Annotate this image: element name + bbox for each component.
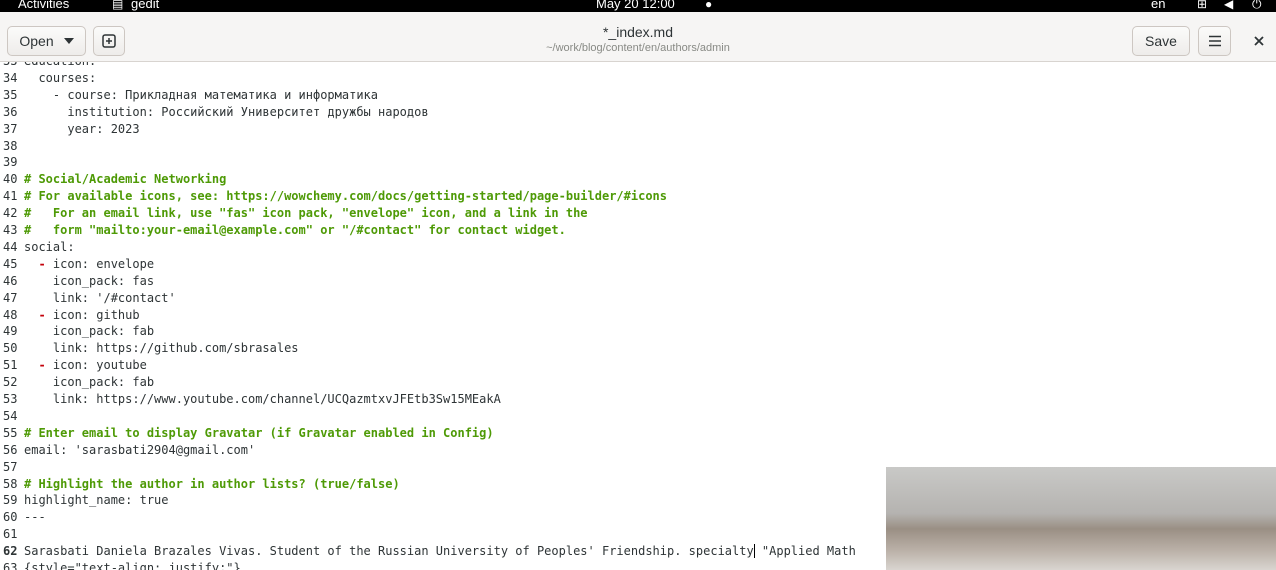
line-number: 61	[3, 527, 18, 542]
line-text: # form "mailto:your-email@example.com" o…	[24, 223, 566, 237]
line-text: social:	[24, 239, 75, 254]
document-path: ~/work/blog/content/en/authors/admin	[546, 42, 730, 54]
line-number: 39	[3, 155, 18, 170]
line-number: 52	[3, 375, 18, 390]
line-number: 53	[3, 392, 18, 406]
hamburger-menu-icon	[1208, 35, 1221, 47]
line-number: 38	[3, 138, 18, 153]
line-text: Sarasbati Daniela Brazales Vivas. Studen…	[24, 543, 856, 559]
line-text: courses:	[24, 70, 97, 85]
line-text: {style="text-align: justify;"}	[24, 561, 241, 570]
line-text: # Enter email to display Gravatar (if Gr…	[24, 425, 494, 440]
line-text: - icon: github	[38, 307, 140, 322]
line-number: 49	[3, 324, 18, 339]
line-text: year: 2023	[24, 121, 140, 136]
line-text: link: https://www.youtube.com/channel/UC…	[24, 392, 501, 406]
line-number: 33	[3, 62, 22, 70]
line-number: 54	[3, 408, 18, 423]
line-text: - icon: youtube	[38, 358, 147, 373]
line-text: # Highlight the author in author lists? …	[24, 476, 400, 491]
save-button[interactable]: Save	[1132, 26, 1190, 56]
line-number: 40	[3, 172, 18, 187]
notification-dot-icon: ●	[705, 0, 713, 11]
app-menu[interactable]: gedit	[131, 0, 159, 12]
close-icon	[1254, 36, 1264, 46]
line-text: ---	[24, 510, 46, 525]
line-number: 47	[3, 290, 18, 305]
line-text: # For available icons, see: https://wowc…	[24, 189, 667, 204]
line-number: 34	[3, 70, 18, 85]
gedit-app-icon: ▤	[112, 0, 124, 11]
line-number: 45	[3, 256, 18, 271]
save-button-label: Save	[1145, 33, 1177, 49]
line-number: 60	[3, 510, 18, 525]
header-bar: Open *_index.md ~/work/blog/content/en/a…	[0, 12, 1276, 62]
top-bar: Activities ▤ gedit May 20 12:00 ● en ⊞ ◀…	[0, 0, 1276, 12]
line-number: 37	[3, 121, 18, 136]
line-number: 51	[3, 358, 18, 373]
line-text: icon_pack: fas	[24, 273, 155, 288]
menu-button[interactable]	[1198, 26, 1231, 56]
line-text: # For an email link, use "fas" icon pack…	[24, 206, 588, 221]
network-icon[interactable]: ⊞	[1197, 0, 1207, 12]
clock[interactable]: May 20 12:00	[596, 0, 675, 12]
line-number: 48	[3, 307, 18, 322]
line-number: 46	[3, 273, 18, 288]
line-text: icon_pack: fab	[24, 375, 155, 390]
line-number: 58	[3, 476, 18, 491]
line-number: 62	[3, 544, 18, 559]
document-title: *_index.md	[602, 24, 674, 40]
line-number: 50	[3, 341, 18, 356]
line-number: 57	[3, 459, 18, 474]
line-number: 44	[3, 239, 18, 254]
line-text: - icon: envelope	[38, 256, 155, 271]
line-text: link: '/#contact'	[24, 290, 176, 305]
line-number: 63	[3, 561, 18, 570]
close-window-button[interactable]	[1250, 32, 1268, 50]
line-text: # Social/Academic Networking	[24, 172, 227, 187]
line-text: institution: Российский Университет друж…	[24, 104, 429, 119]
line-number: 55	[3, 425, 18, 440]
line-number: 59	[3, 493, 18, 508]
webcam-overlay	[886, 467, 1276, 570]
activities-button[interactable]: Activities	[18, 0, 69, 12]
line-text: - course: Прикладная математика и информ…	[24, 87, 379, 102]
line-text: link: https://github.com/sbrasales	[24, 341, 299, 356]
line-number: 41	[3, 189, 18, 204]
keyboard-layout-indicator[interactable]: en	[1151, 0, 1165, 12]
line-number: 35	[3, 87, 18, 102]
text-cursor	[753, 543, 755, 558]
line-text: highlight_name: true	[24, 493, 169, 508]
line-text: email: 'sarasbati2904@gmail.com'	[24, 442, 256, 457]
line-text: icon_pack: fab	[24, 324, 155, 339]
power-icon[interactable]: ⏻	[1252, 0, 1262, 12]
line-number: 36	[3, 104, 18, 119]
line-text: education:	[24, 62, 96, 70]
volume-icon[interactable]: ◀	[1224, 0, 1233, 12]
line-number: 42	[3, 206, 18, 221]
line-number: 56	[3, 442, 18, 457]
line-number: 43	[3, 223, 18, 237]
